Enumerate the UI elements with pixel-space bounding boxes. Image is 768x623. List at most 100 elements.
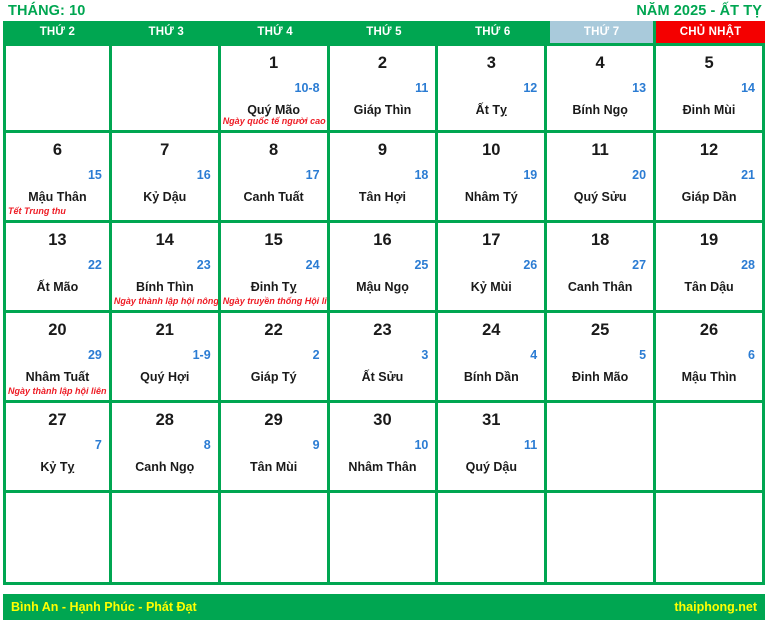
day-cell-inner: 27 7 Kỷ Tỵ — [6, 403, 109, 490]
day-cell-empty — [3, 493, 112, 585]
day-cell[interactable]: 23 3 Ất Sửu — [329, 313, 439, 403]
calendar-week-row: 13 22 Ất Mão 14 23 Bính Thìn Ngày thành lập hộ… — [3, 223, 765, 313]
lunar-day-number: 23 — [196, 258, 211, 272]
day-cell[interactable]: 22 2 Giáp Tý — [220, 313, 330, 403]
day-cell[interactable]: 24 4 Bính Dần — [438, 313, 548, 403]
day-cell[interactable]: 27 7 Kỷ Tỵ — [3, 403, 112, 493]
day-cell[interactable]: 17 26 Kỷ Mùi — [438, 223, 548, 313]
can-chi-label: Tân Hợi — [358, 190, 406, 204]
day-cell[interactable]: 9 18 Tân Hợi — [329, 133, 439, 223]
day-cell[interactable]: 28 8 Canh Ngọ — [111, 403, 221, 493]
can-chi-label: Canh Ngọ — [135, 460, 195, 474]
day-cell-inner — [330, 493, 436, 582]
lunar-day-number: 7 — [94, 438, 102, 452]
day-cell[interactable]: 21 1-9 Quý Hợi — [111, 313, 221, 403]
day-cell[interactable]: 13 22 Ất Mão — [3, 223, 112, 313]
day-cell-inner: 14 23Bính Thìn Ngày thành lập hội nông dân… — [112, 223, 218, 310]
day-cell[interactable]: 12 21 Giáp Dần — [656, 133, 765, 223]
solar-day-number: 29 — [264, 411, 283, 429]
can-chi-label — [438, 543, 544, 551]
can-chi-label — [547, 453, 653, 461]
day-cell-inner: 7 16 Kỷ Dậu — [112, 133, 218, 220]
day-cell[interactable]: 11 20 Quý Sửu — [547, 133, 657, 223]
day-cell-inner: 28 8 Canh Ngọ — [112, 403, 218, 490]
lunar-day-number: 11 — [415, 81, 429, 95]
day-cell[interactable]: 18 27 Canh Thân — [547, 223, 657, 313]
lunar-day-number — [221, 520, 327, 543]
can-chi-label: Canh Thân — [567, 280, 633, 294]
calendar-footer: Bình An - Hạnh Phúc - Phát Đạt thaiphong… — [3, 594, 765, 620]
day-cell[interactable]: 26 6 Mậu Thìn — [656, 313, 765, 403]
solar-day-number: 14 — [155, 231, 174, 249]
solar-day-number: 23 — [373, 321, 392, 339]
day-cell[interactable]: 16 25 Mậu Ngọ — [329, 223, 439, 313]
holiday-event-label: Tết Trung thu — [8, 206, 66, 216]
day-cell-inner: 13 22 Ất Mão — [6, 223, 109, 310]
day-cell-empty — [3, 43, 112, 133]
lunar-day-number: 21 — [741, 168, 755, 182]
day-cell[interactable]: 25 5 Đinh Mão — [547, 313, 657, 403]
day-cell[interactable]: 30 10 Nhâm Thân — [329, 403, 439, 493]
day-cell[interactable]: 10 19 Nhâm Tý — [438, 133, 548, 223]
day-cell[interactable]: 7 16 Kỷ Dậu — [111, 133, 221, 223]
can-chi-label: Giáp Tý — [250, 370, 297, 384]
can-chi-label: Quý Dậu — [465, 460, 517, 474]
can-chi-label: Kỷ Mùi — [470, 280, 512, 294]
can-chi-label: Quý Sửu — [573, 190, 627, 204]
lunar-day-number — [6, 520, 109, 543]
day-cell[interactable]: 6 15 Mậu Thân Tết Trung thu — [3, 133, 112, 223]
day-cell-inner: 9 18 Tân Hợi — [330, 133, 436, 220]
day-cell[interactable]: 2 11 Giáp Thìn — [329, 43, 439, 133]
can-chi-label: Ất Sửu — [361, 370, 404, 384]
weekday-header-5: THỨ 6 — [438, 21, 548, 43]
can-chi-label: Ất Tỵ — [475, 103, 507, 117]
can-chi-label — [656, 543, 762, 551]
day-cell-inner: 22 2 Giáp Tý — [221, 313, 327, 400]
day-cell[interactable]: 1 10-8 Quý MãoNgày quốc tế người cao tuổi — [220, 43, 330, 133]
solar-day-number: 26 — [699, 321, 719, 339]
solar-day-number: 28 — [155, 411, 174, 429]
can-chi-label — [330, 543, 436, 551]
day-cell-empty — [329, 493, 439, 585]
day-cell-inner: 10 19 Nhâm Tý — [438, 133, 544, 220]
day-cell[interactable]: 3 12 Ất Tỵ — [438, 43, 548, 133]
day-cell-empty — [220, 493, 330, 585]
solar-day-number — [112, 46, 218, 73]
day-cell[interactable]: 14 23Bính Thìn Ngày thành lập hội nông dân… — [111, 223, 221, 313]
solar-day-number: 16 — [373, 231, 392, 249]
day-cell[interactable]: 29 9 Tân Mùi — [220, 403, 330, 493]
solar-day-number: 8 — [269, 141, 279, 159]
can-chi-label: Canh Tuất — [243, 190, 304, 204]
day-cell-inner: 1 10-8 Quý MãoNgày quốc tế người cao tuổi — [221, 46, 327, 130]
day-cell-inner — [112, 493, 218, 582]
footer-site[interactable]: thaiphong.net — [674, 600, 757, 614]
holiday-event-label: Ngày quốc tế người cao tuổi — [222, 116, 327, 126]
day-cell[interactable]: 19 28 Tân Dậu — [656, 223, 765, 313]
day-cell[interactable]: 5 14 Đinh Mùi — [656, 43, 765, 133]
day-cell[interactable]: 20 29 Nhâm Tuất Ngày thành lập hội liên hiệ… — [3, 313, 112, 403]
weekday-header-7: CHỦ NHẬT — [656, 21, 765, 43]
calendar-titlebar: THÁNG: 10 NĂM 2025 - ẤT TỴ — [0, 0, 768, 21]
lunar-day-number: 17 — [305, 168, 320, 182]
day-cell[interactable]: 4 13 Bính Ngọ — [547, 43, 657, 133]
lunar-day-number: 16 — [196, 168, 211, 182]
can-chi-label: Ất Mão — [36, 280, 79, 294]
day-cell-empty — [656, 493, 765, 585]
calendar-week-row: 6 15 Mậu Thân Tết Trung thu 7 16 Kỷ Dậu 8 17 Canh… — [3, 133, 765, 223]
day-cell[interactable]: 15 24 Đinh Tỵ Ngày truyền thống Hội liên hi… — [220, 223, 330, 313]
solar-day-number: 2 — [377, 54, 388, 72]
day-cell-inner: 11 20 Quý Sửu — [547, 133, 653, 220]
can-chi-label: Quý Mão — [247, 103, 300, 117]
lunar-day-number: 13 — [632, 81, 647, 95]
year-title: NĂM 2025 - ẤT TỴ — [636, 2, 762, 19]
can-chi-label: Giáp Thìn — [353, 103, 412, 117]
solar-day-number: 3 — [486, 54, 496, 72]
solar-day-number: 10 — [482, 141, 501, 159]
day-cell[interactable]: 31 11 Quý Dậu — [438, 403, 548, 493]
solar-day-number: 5 — [704, 54, 714, 72]
lunar-day-number — [547, 430, 653, 453]
day-cell-inner: 26 6 Mậu Thìn — [656, 313, 762, 400]
can-chi-label: Tân Dậu — [684, 280, 734, 294]
day-cell-inner — [438, 493, 544, 582]
day-cell[interactable]: 8 17 Canh Tuất — [220, 133, 330, 223]
